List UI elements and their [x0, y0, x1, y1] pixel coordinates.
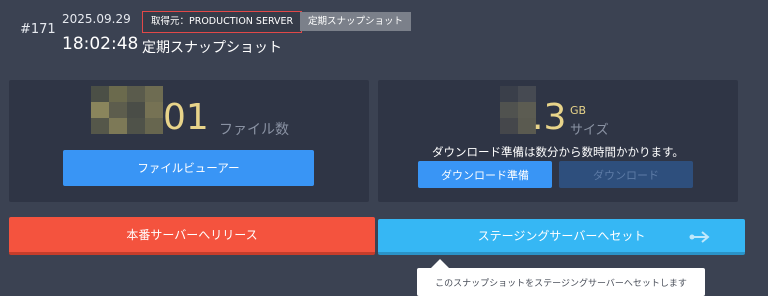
size-unit: GB	[570, 104, 587, 117]
size-redacted	[500, 86, 536, 134]
size-value: .3	[532, 97, 567, 138]
file-count-value: 01	[163, 97, 209, 138]
release-to-production-button[interactable]: 本番サーバーへリリース	[9, 217, 375, 255]
file-count-label: ファイル数	[219, 122, 289, 138]
source-badge: 取得元：PRODUCTION SERVER	[142, 11, 303, 33]
arrow-right-icon	[688, 229, 712, 243]
tooltip-arrow	[431, 259, 449, 268]
staging-tooltip: このスナップショットをステージングサーバーへセットします	[417, 268, 705, 296]
snapshot-type-badge: 定期スナップショット	[300, 12, 412, 31]
file-count-redacted	[91, 86, 163, 134]
snapshot-time: 18:02:48	[62, 34, 139, 54]
snapshot-id: #171	[20, 22, 56, 37]
size-label: サイズ	[570, 123, 609, 138]
prepare-download-button[interactable]: ダウンロード準備	[418, 161, 552, 188]
file-viewer-button[interactable]: ファイルビューアー	[63, 150, 314, 186]
snapshot-date: 2025.09.29	[62, 12, 131, 26]
staging-button-label: ステージングサーバーへセット	[477, 229, 646, 243]
snapshot-title: 定期スナップショット	[142, 40, 282, 56]
download-button[interactable]: ダウンロード	[559, 161, 693, 188]
download-notice: ダウンロード準備は数分から数時間かかります。	[432, 145, 684, 159]
